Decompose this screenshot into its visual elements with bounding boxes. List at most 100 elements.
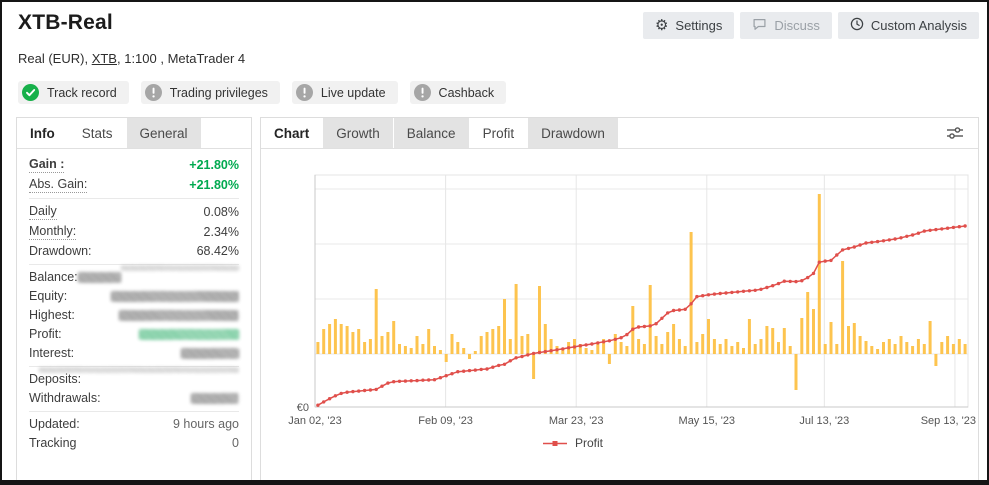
line-marker: [497, 363, 501, 368]
profit-bar: [736, 342, 740, 354]
stats-title-tab-info[interactable]: Info: [17, 118, 68, 148]
redacted-value: [139, 329, 239, 340]
stat-row-equity: Equity:: [29, 287, 239, 306]
profit-bar: [619, 342, 623, 354]
tab-stats[interactable]: Stats: [68, 118, 126, 148]
profit-bar: [666, 332, 670, 354]
profit-bars: [316, 194, 967, 390]
x-axis-tick: Jul 13, '23: [799, 415, 849, 427]
page-title: XTB-Real: [18, 11, 113, 34]
profit-bar: [864, 341, 868, 354]
chart-title-tab-chart[interactable]: Chart: [261, 118, 322, 148]
stat-row-profit: Profit:: [29, 325, 239, 344]
exclamation-icon: [144, 84, 162, 101]
line-marker: [648, 324, 652, 328]
profit-bar: [777, 342, 780, 354]
profit-bar: [747, 319, 751, 354]
profit-bar: [800, 318, 804, 354]
badge-live-update[interactable]: Live update: [291, 81, 398, 104]
line-marker: [951, 225, 956, 230]
discuss-button[interactable]: Discuss: [740, 12, 832, 39]
stat-label[interactable]: Gain :: [29, 157, 65, 173]
line-marker: [462, 369, 466, 373]
badge-track-record[interactable]: Track record: [18, 81, 129, 104]
stat-value: 0.08%: [203, 204, 239, 219]
stat-row-gain: Gain : +21.80%: [29, 155, 239, 175]
line-marker: [771, 284, 775, 288]
profit-bar: [683, 346, 687, 354]
profit-chart-svg[interactable]: €0Jan 02, '23 Feb 09, '23 Mar 23, '23 May 1…: [263, 159, 979, 431]
profit-bar: [450, 334, 454, 354]
profit-bar: [841, 261, 845, 354]
tab-drawdown[interactable]: Drawdown: [528, 118, 618, 148]
settings-button[interactable]: ⚙ Settings: [642, 12, 735, 39]
check-icon: [22, 84, 39, 101]
profit-bar: [427, 329, 431, 354]
line-marker: [963, 224, 967, 228]
line-marker: [357, 389, 361, 393]
line-marker: [345, 390, 349, 394]
line-marker: [450, 372, 454, 376]
profit-bar: [765, 326, 769, 354]
profit-chart[interactable]: €0 Jan 02, '23 Feb 09, '23 Mar 23, '23 May 1…: [261, 149, 978, 480]
stat-label[interactable]: Abs. Gain:: [29, 177, 88, 193]
line-marker: [806, 275, 810, 280]
profit-bar: [771, 328, 775, 354]
tab-balance[interactable]: Balance: [393, 118, 469, 148]
tab-general[interactable]: General: [126, 118, 201, 148]
custom-analysis-button[interactable]: Custom Analysis: [837, 12, 979, 39]
profit-bar: [847, 326, 850, 354]
stat-label[interactable]: Monthly:: [29, 224, 77, 240]
line-marker: [654, 322, 658, 326]
line-marker: [718, 291, 722, 296]
profit-bar: [479, 336, 483, 354]
filter-sliders-icon[interactable]: [932, 118, 978, 148]
profit-bar: [689, 232, 693, 354]
redacted-ghost-row: [29, 367, 239, 373]
line-marker: [677, 308, 682, 312]
profit-bar: [613, 334, 617, 354]
stat-value: 9 hours ago: [172, 417, 239, 431]
line-marker: [800, 279, 804, 283]
profit-bar: [514, 284, 518, 354]
profit-bar: [433, 346, 436, 354]
broker-link[interactable]: XTB: [92, 51, 117, 66]
profit-bar: [835, 344, 839, 354]
x-axis-tick: Mar 23, '23: [549, 415, 604, 427]
content-area: Info Stats General Gain : +21.80% Abs. Gain:…: [16, 117, 979, 480]
stats-group: Gain : +21.80% Abs. Gain: +21.80%: [29, 152, 239, 198]
line-marker: [887, 238, 891, 242]
line-marker: [432, 378, 437, 382]
line-marker: [380, 384, 384, 388]
line-marker: [864, 241, 868, 245]
header-buttons: ⚙ Settings Discuss Custom Analysis: [642, 12, 979, 39]
profit-bar: [852, 323, 856, 354]
profit-bar: [380, 336, 384, 354]
stat-label: Drawdown:: [29, 244, 92, 258]
line-marker: [409, 379, 413, 383]
badge-trading-privileges[interactable]: Trading privileges: [140, 81, 280, 104]
line-marker: [945, 226, 950, 230]
stats-panel: Info Stats General Gain : +21.80% Abs. Gain:…: [16, 117, 252, 480]
line-marker: [817, 260, 821, 264]
stat-label[interactable]: Daily: [29, 204, 57, 220]
legend-label: Profit: [574, 436, 603, 450]
stat-label: Highest:: [29, 308, 75, 322]
line-marker: [362, 388, 367, 393]
profit-bar: [607, 354, 611, 364]
profit-bar: [677, 339, 681, 354]
stats-group: Daily 0.08% Monthly: 2.34% Drawdown: 68.42%: [29, 198, 239, 264]
line-marker: [578, 344, 582, 348]
tab-profit[interactable]: Profit: [469, 118, 528, 148]
line-marker: [823, 259, 827, 263]
line-marker: [875, 239, 880, 244]
profit-bar: [905, 342, 909, 354]
profit-bar: [421, 344, 425, 354]
stat-row-drawdown: Drawdown: 68.42%: [29, 242, 239, 261]
line-marker: [759, 287, 763, 291]
profit-bar: [812, 309, 815, 354]
tab-growth[interactable]: Growth: [323, 118, 393, 148]
profit-bar: [333, 319, 337, 354]
profit-bar: [957, 339, 961, 354]
badge-cashback[interactable]: Cashback: [409, 81, 507, 104]
